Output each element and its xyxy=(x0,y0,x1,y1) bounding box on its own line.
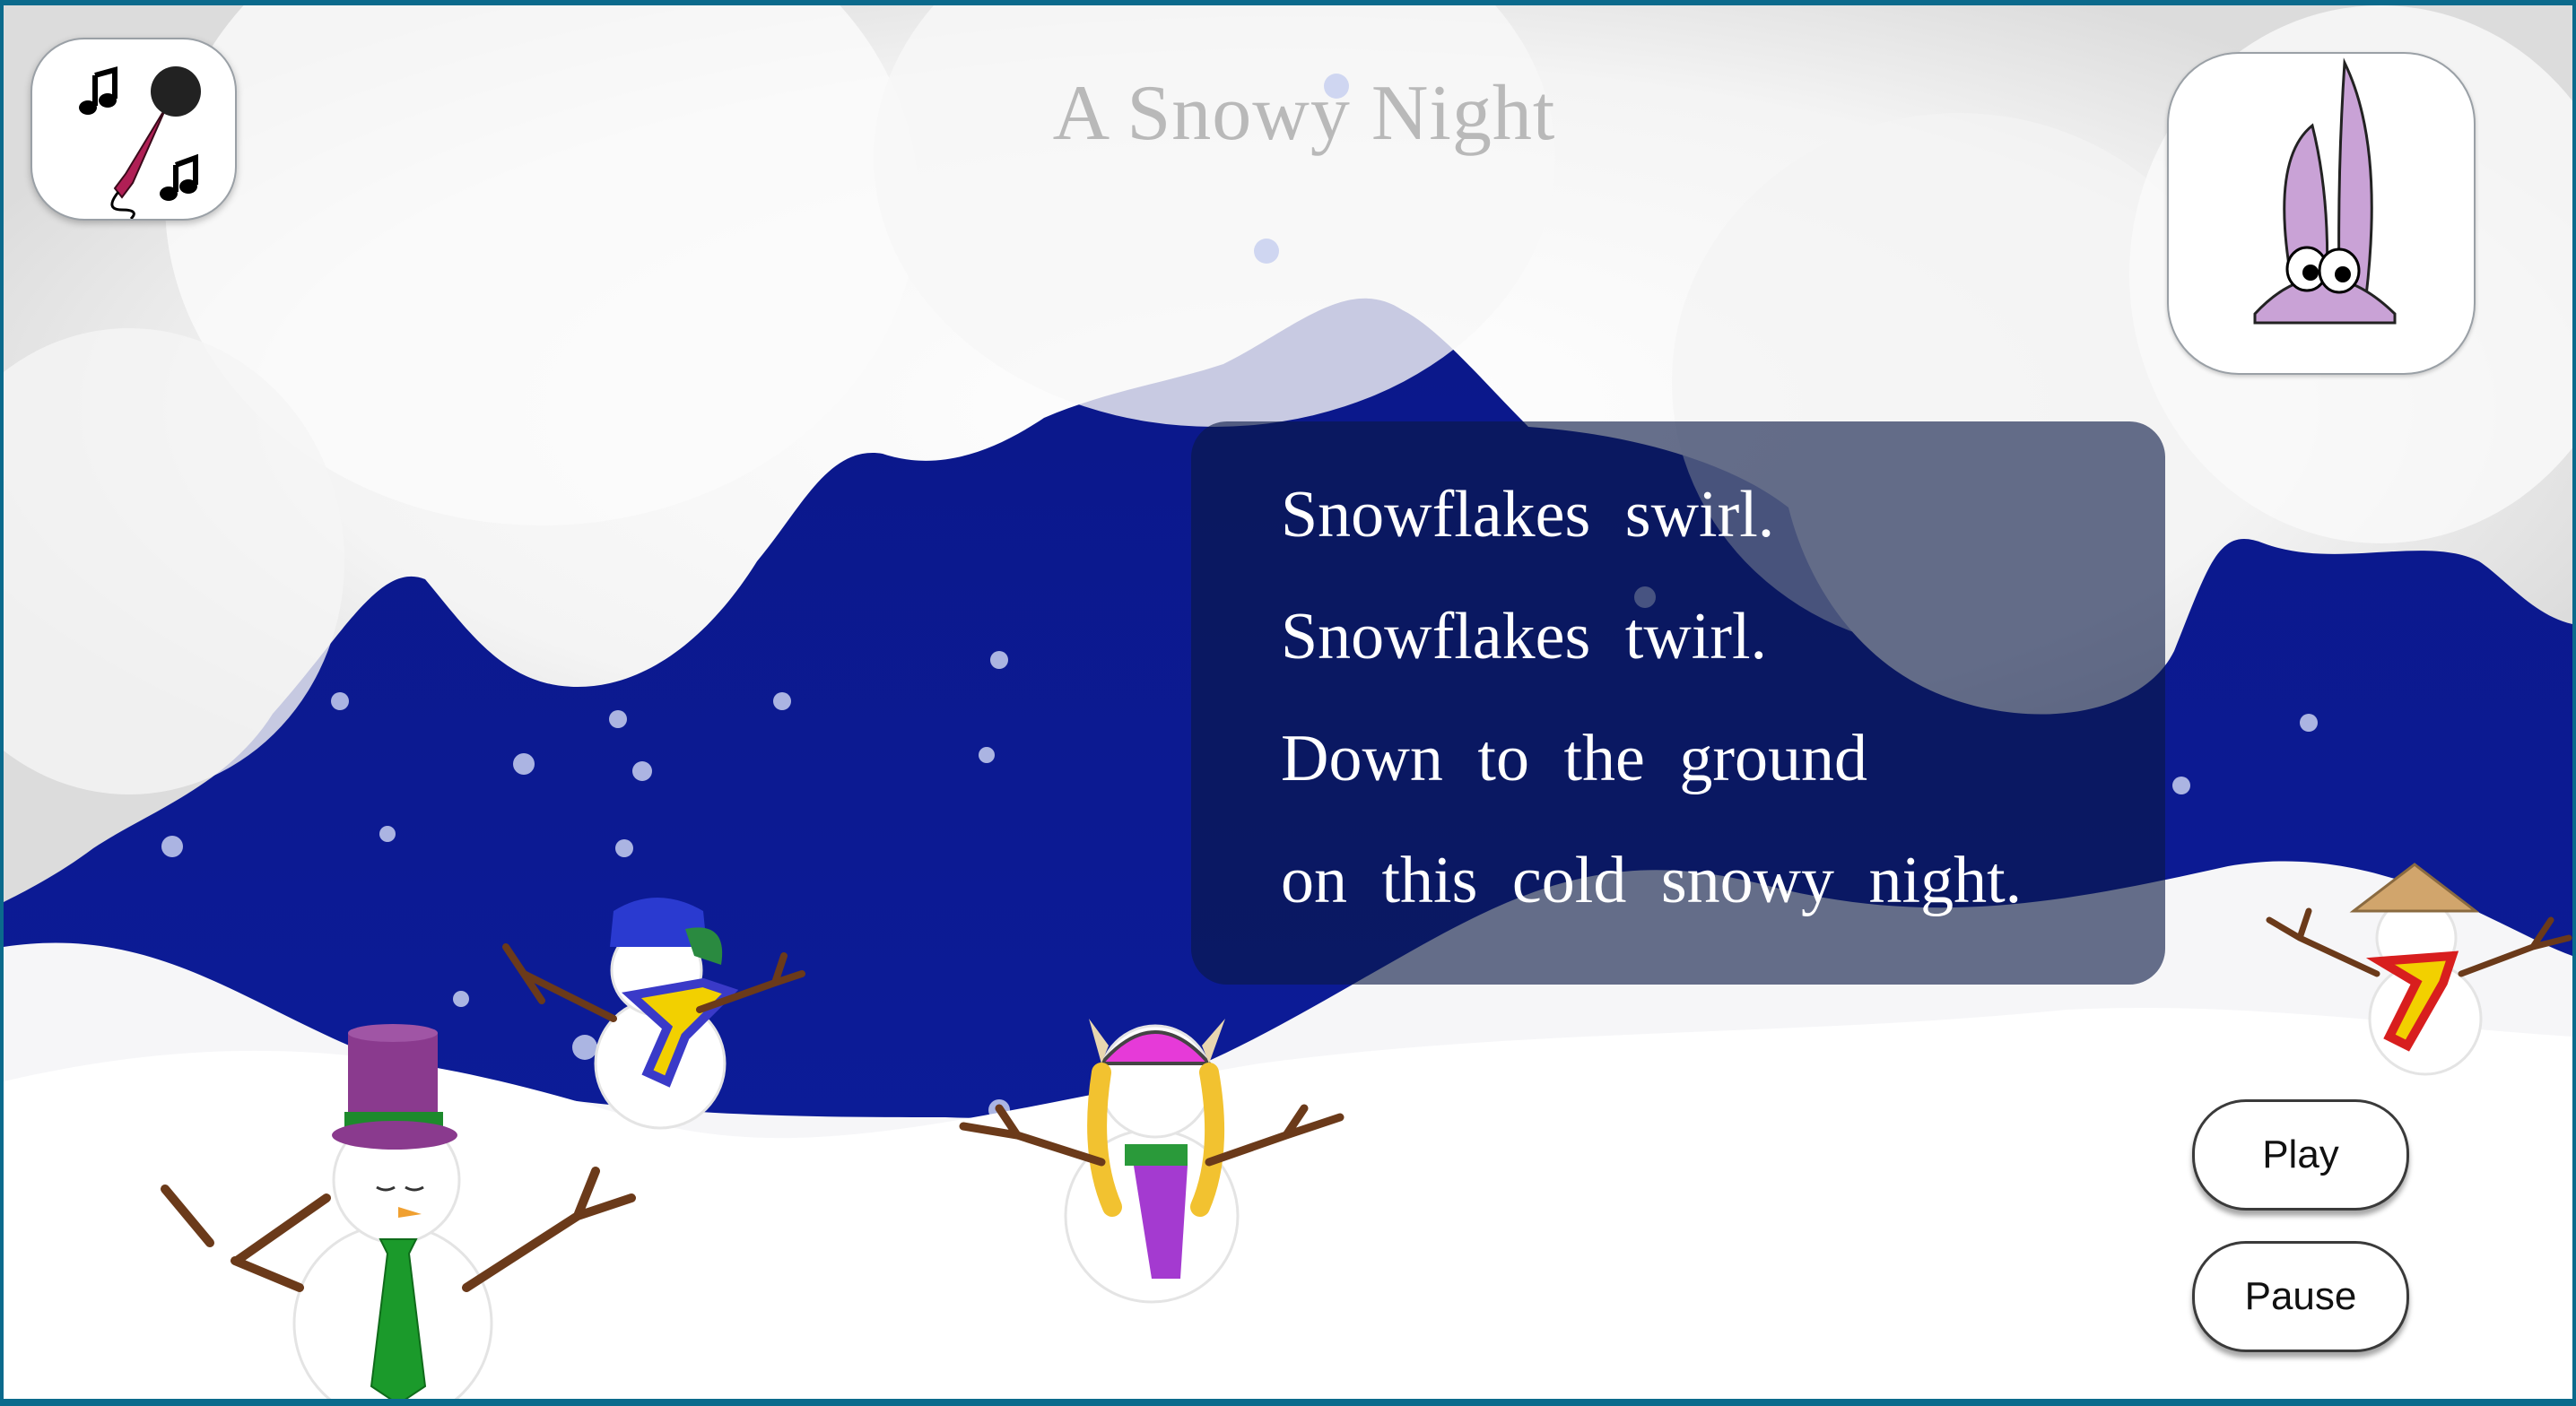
character-button[interactable] xyxy=(2167,52,2476,375)
poem-line: on this cold snowy night. xyxy=(1281,844,2023,917)
bunny-icon xyxy=(2253,57,2397,325)
pause-button[interactable]: Pause xyxy=(2192,1241,2409,1352)
page-title: A Snowy Night xyxy=(1052,70,1556,157)
poem-line: Down to the ground xyxy=(1281,722,1867,795)
story-stage: A Snowy Night Snowflakes swirl. Snowflak… xyxy=(4,5,2572,1399)
microphone-music-icon xyxy=(79,66,201,219)
poem-panel: Snowflakes swirl. Snowflakes twirl. Down… xyxy=(1191,421,2165,985)
record-button[interactable] xyxy=(30,38,237,221)
poem-line: Snowflakes swirl. xyxy=(1281,478,1775,551)
poem-line: Snowflakes twirl. xyxy=(1281,600,1768,673)
play-button[interactable]: Play xyxy=(2192,1099,2409,1211)
